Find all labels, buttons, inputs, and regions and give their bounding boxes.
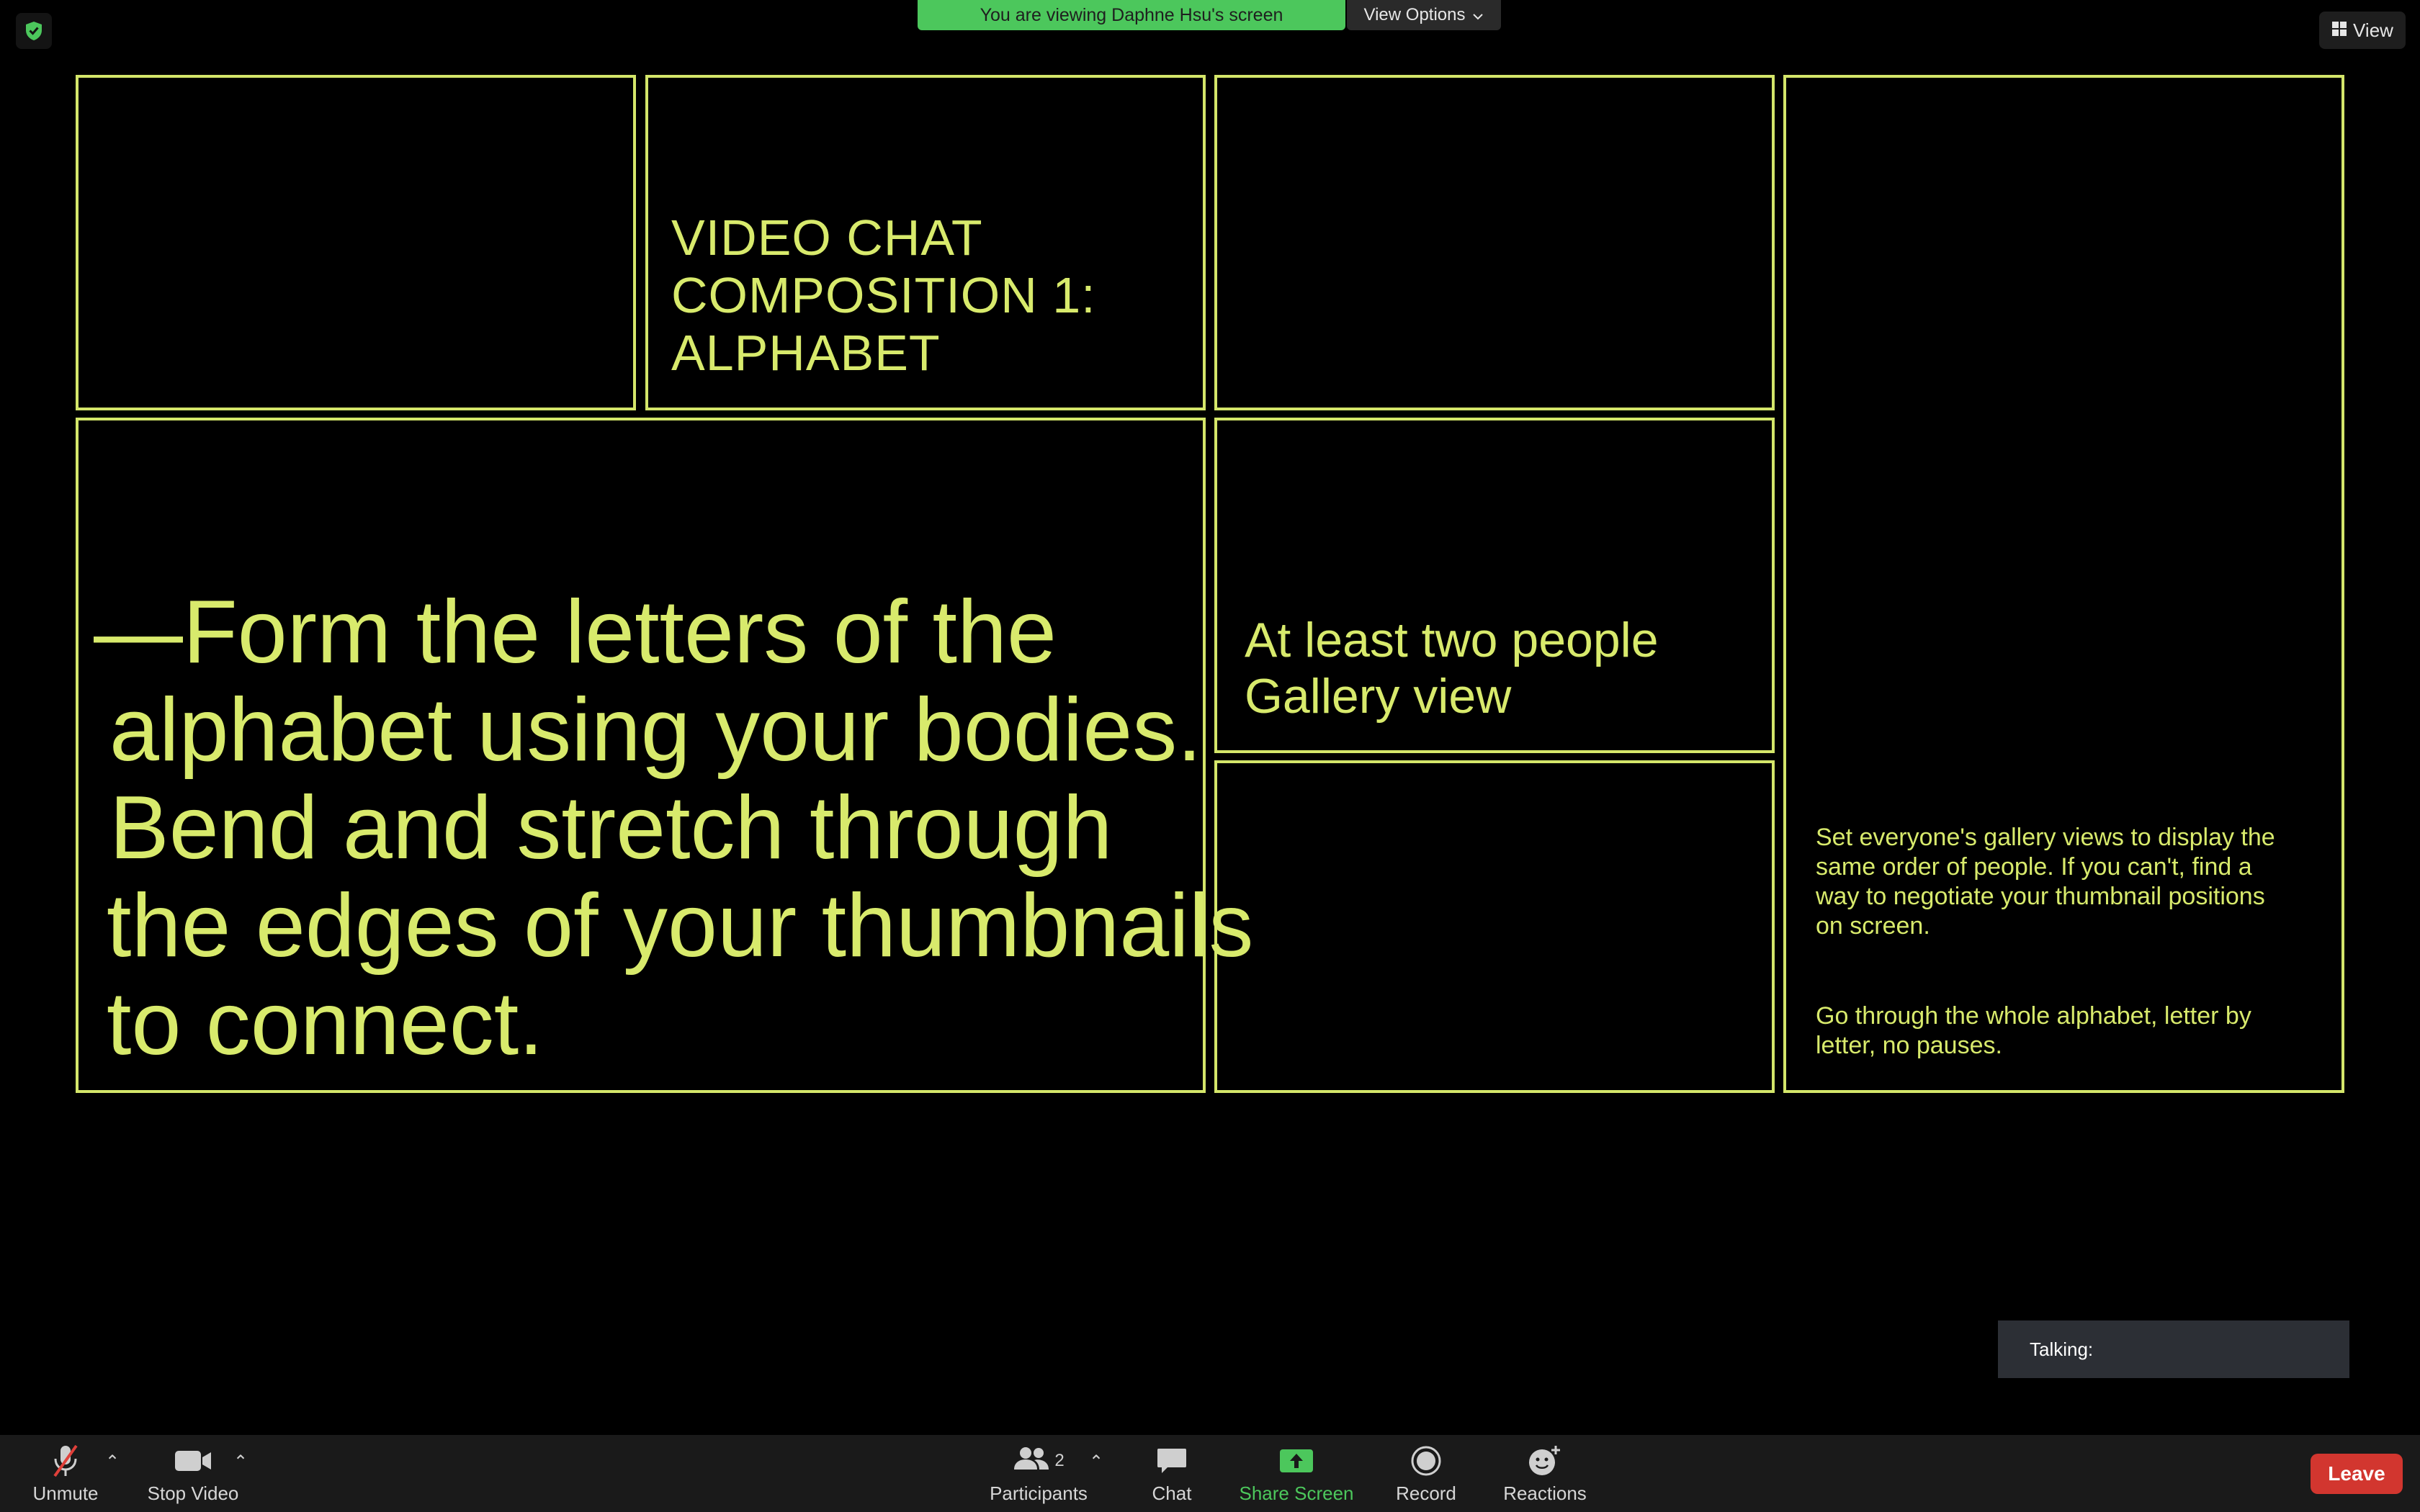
smiley-plus-icon	[1527, 1442, 1563, 1480]
chevron-down-icon	[1472, 5, 1484, 25]
record-button[interactable]: Record	[1390, 1442, 1462, 1505]
viewing-banner-text: You are viewing Daphne Hsu's screen	[980, 4, 1283, 25]
unmute-button[interactable]: Unmute	[27, 1442, 104, 1505]
slide-title-line: VIDEO CHAT	[671, 210, 983, 266]
instruction-text: —Form the letters of the alphabet using …	[94, 582, 1254, 1074]
chat-label: Chat	[1152, 1482, 1192, 1504]
record-icon	[1410, 1442, 1442, 1480]
participants-button[interactable]: 2 Participants	[988, 1442, 1089, 1505]
talking-indicator: Talking:	[1998, 1320, 2349, 1378]
video-camera-icon	[174, 1442, 212, 1480]
view-button[interactable]: View	[2319, 12, 2406, 49]
alphabet-note: Go through the whole alphabet, letter by…	[1816, 1002, 2251, 1059]
grid-icon	[2331, 19, 2347, 42]
share-screen-label: Share Screen	[1239, 1482, 1354, 1504]
leave-button[interactable]: Leave	[2311, 1454, 2403, 1494]
instruction-line: to connect.	[107, 974, 544, 1074]
unmute-label: Unmute	[32, 1482, 99, 1504]
instruction-line: the edges of your thumbnails	[107, 876, 1254, 976]
slide-title: VIDEO CHAT COMPOSITION 1: ALPHABET	[671, 209, 1103, 382]
chat-button[interactable]: Chat	[1143, 1442, 1201, 1505]
instruction-line: Bend and stretch through	[109, 778, 1113, 878]
participants-count: 2	[1054, 1451, 1065, 1470]
security-shield-icon[interactable]	[16, 13, 52, 49]
slide-title-line: COMPOSITION 1:	[671, 267, 1096, 323]
requirements-line: Gallery view	[1245, 669, 1512, 724]
talking-label: Talking:	[2030, 1338, 2094, 1360]
share-screen-icon	[1278, 1442, 1314, 1480]
view-options-button[interactable]: View Options	[1347, 0, 1501, 30]
view-options-label: View Options	[1363, 5, 1466, 24]
chat-bubble-icon	[1156, 1442, 1188, 1480]
meeting-toolbar	[0, 1435, 2420, 1512]
record-label: Record	[1396, 1482, 1456, 1504]
share-screen-button[interactable]: Share Screen	[1239, 1442, 1354, 1505]
participants-icon	[1013, 1446, 1050, 1476]
slide-title-line: ALPHABET	[671, 325, 941, 381]
requirements-line: At least two people	[1245, 613, 1659, 667]
audio-options-chevron-icon[interactable]: ⌃	[105, 1452, 120, 1472]
gallery-note: Set everyone's gallery views to display …	[1816, 824, 2275, 940]
frame-top-left	[76, 75, 636, 410]
frame-bottom-mid-right	[1214, 760, 1775, 1093]
requirements-text: At least two people Gallery view	[1245, 612, 1677, 724]
viewing-banner: You are viewing Daphne Hsu's screen	[918, 0, 1345, 30]
muted-microphone-icon	[49, 1442, 82, 1480]
reactions-label: Reactions	[1503, 1482, 1587, 1504]
frame-top-mid-right	[1214, 75, 1775, 410]
stop-video-button[interactable]: Stop Video	[143, 1442, 243, 1505]
stop-video-label: Stop Video	[147, 1482, 239, 1504]
instruction-line: alphabet using your bodies.	[109, 680, 1202, 780]
view-label: View	[2353, 19, 2393, 41]
participants-label: Participants	[990, 1482, 1088, 1504]
reactions-button[interactable]: Reactions	[1498, 1442, 1592, 1505]
instruction-line: —Form the letters of the	[94, 582, 1057, 682]
video-options-chevron-icon[interactable]: ⌃	[233, 1452, 248, 1472]
participants-options-chevron-icon[interactable]: ⌃	[1089, 1452, 1103, 1472]
leave-label: Leave	[2328, 1462, 2385, 1485]
